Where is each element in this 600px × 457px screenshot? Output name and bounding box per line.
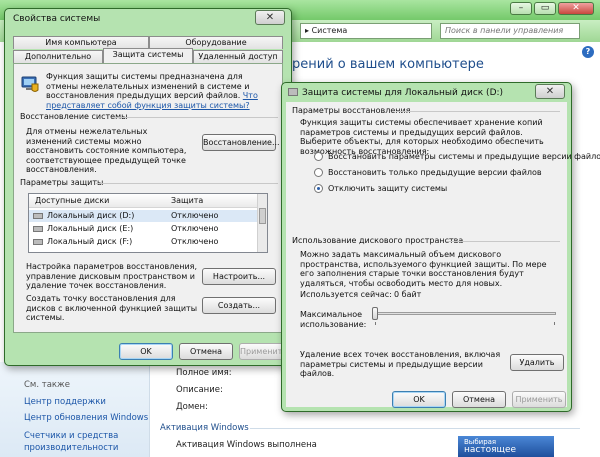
ok-button[interactable]: OK — [392, 391, 446, 408]
apply-button[interactable]: Применить — [512, 391, 566, 408]
restore-group-divider — [114, 117, 278, 118]
drive-name: Локальный диск (F:) — [47, 237, 133, 246]
help-icon[interactable]: ? — [582, 46, 594, 58]
disk-usage-description: Можно задать максимальный объем дисковог… — [300, 250, 547, 288]
max-usage-label-line-2: использование: — [300, 319, 367, 329]
address-bar[interactable]: ▸ Система — [300, 23, 432, 39]
drive-status: Отключено — [171, 237, 219, 246]
tab-system-protection[interactable]: Защита системы — [103, 48, 193, 63]
tab-panel: Функция защиты системы предназначена для… — [13, 63, 283, 333]
drive-status: Отключено — [171, 224, 219, 233]
ok-button[interactable]: OK — [119, 343, 173, 360]
intro-text: Функция защиты системы предназначена для… — [46, 72, 276, 110]
system-properties-dialog: Свойства системы ✕ Имя компьютера Оборуд… — [4, 8, 292, 366]
table-row[interactable]: Локальный диск (D:) Отключено — [29, 210, 259, 222]
close-button[interactable]: ✕ — [255, 10, 285, 25]
search-input[interactable]: Поиск в панели управления — [440, 23, 580, 39]
configure-description: Настройка параметров восстановления, упр… — [26, 262, 198, 290]
close-button[interactable]: ✕ — [535, 84, 565, 99]
delete-description: Удаление всех точек восстановления, вклю… — [300, 350, 501, 378]
delete-button[interactable]: Удалить — [510, 354, 564, 371]
column-protection[interactable]: Защита — [171, 194, 203, 207]
dialog-title: Свойства системы — [13, 14, 101, 24]
table-row[interactable]: Локальный диск (F:) Отключено — [29, 236, 259, 248]
radio-restore-all[interactable] — [314, 152, 323, 161]
cancel-button[interactable]: Отмена — [452, 391, 506, 408]
activation-header: Активация Windows — [160, 423, 249, 433]
restore-settings-description: Функция защиты системы обеспечивает хран… — [300, 118, 544, 156]
slider-tick — [375, 322, 376, 325]
drives-list-header: Доступные диски Защита — [29, 194, 259, 208]
minimize-button[interactable]: – — [510, 2, 532, 15]
page-title: рений о вашем компьютере — [292, 57, 484, 72]
restore-settings-title: Параметры восстановления — [292, 106, 411, 115]
radio-restore-all-label[interactable]: Восстановить параметры системы и предыду… — [328, 152, 600, 162]
params-group-title: Параметры защиты — [20, 178, 104, 187]
restore-settings-divider — [396, 111, 560, 112]
tab-advanced[interactable]: Дополнительно — [13, 50, 103, 63]
configure-button[interactable]: Настроить... — [202, 268, 276, 285]
dialog-title: Защита системы для Локальный диск (D:) — [302, 88, 504, 98]
radio-disable-label[interactable]: Отключить защиту системы — [328, 184, 447, 194]
scrollbar-thumb[interactable] — [259, 208, 266, 224]
dialog-drive-icon — [288, 88, 298, 96]
genuine-windows-badge[interactable]: Выбирая настоящее — [458, 436, 554, 457]
section-divider — [250, 428, 580, 429]
disk-usage-divider — [446, 241, 560, 242]
badge-line-2: настоящее — [464, 445, 517, 455]
dialog-body: Параметры восстановления Функция защиты … — [286, 102, 600, 407]
cancel-button[interactable]: Отмена — [179, 343, 233, 360]
sidebar-link-performance-2[interactable]: производительности — [24, 443, 118, 453]
max-usage-label: Максимальное использование: — [300, 310, 366, 329]
sidebar-link-performance[interactable]: Счетчики и средства — [24, 431, 118, 441]
column-available-drives[interactable]: Доступные диски — [35, 194, 109, 207]
window-close-button[interactable]: ✕ — [558, 2, 594, 15]
drive-icon — [33, 226, 43, 232]
info-label-description: Описание: — [176, 385, 223, 395]
drive-status: Отключено — [171, 211, 219, 220]
disk-usage-title: Использование дискового пространства — [292, 236, 464, 245]
radio-restore-files[interactable] — [314, 168, 323, 177]
activation-status: Активация Windows выполнена — [176, 440, 317, 450]
intro-description: Функция защиты системы предназначена для… — [46, 72, 250, 100]
sidebar-link-support-center[interactable]: Центр поддержки — [24, 397, 106, 407]
slider-tick — [554, 322, 555, 325]
maximize-button[interactable]: ▭ — [534, 2, 556, 15]
disk-protection-dialog: Защита системы для Локальный диск (D:) ✕… — [281, 82, 600, 412]
system-protection-icon — [20, 74, 40, 94]
drive-name: Локальный диск (E:) — [47, 224, 134, 233]
drive-icon — [33, 213, 43, 219]
info-label-full-name: Полное имя: — [176, 368, 232, 378]
table-row[interactable]: Локальный диск (E:) Отключено — [29, 223, 259, 235]
breadcrumb-separator: ▸ — [305, 26, 310, 35]
restore-description: Для отмены нежелательных изменений систе… — [26, 127, 187, 174]
drives-list[interactable]: Доступные диски Защита Локальный диск (D… — [28, 193, 268, 253]
sidebar-link-windows-update[interactable]: Центр обновления Windows — [24, 413, 148, 423]
radio-restore-files-label[interactable]: Восстановить только предыдущие версии фа… — [328, 168, 542, 178]
breadcrumb[interactable]: Система — [312, 26, 348, 35]
radio-disable[interactable] — [314, 184, 323, 193]
current-usage-value: 0 байт — [394, 290, 422, 299]
see-also-label: См. также — [24, 380, 70, 390]
restore-group-title: Восстановление системы — [20, 112, 128, 121]
drive-icon — [33, 239, 43, 245]
current-usage-label: Используется сейчас: — [300, 290, 392, 299]
params-group-divider — [96, 183, 278, 184]
drives-list-scrollbar[interactable] — [257, 194, 267, 252]
info-label-domain: Домен: — [176, 402, 208, 412]
drive-name: Локальный диск (D:) — [47, 211, 135, 220]
max-usage-label-line-1: Максимальное — [300, 310, 363, 319]
tab-remote[interactable]: Удаленный доступ — [193, 50, 283, 63]
apply-button[interactable]: Применить — [239, 343, 287, 360]
create-description: Создать точку восстановления для дисков … — [26, 294, 198, 322]
restore-button[interactable]: Восстановление... — [202, 134, 280, 151]
max-usage-slider-track[interactable] — [372, 312, 556, 315]
max-usage-slider-thumb[interactable] — [372, 307, 378, 320]
create-button[interactable]: Создать... — [202, 297, 276, 314]
